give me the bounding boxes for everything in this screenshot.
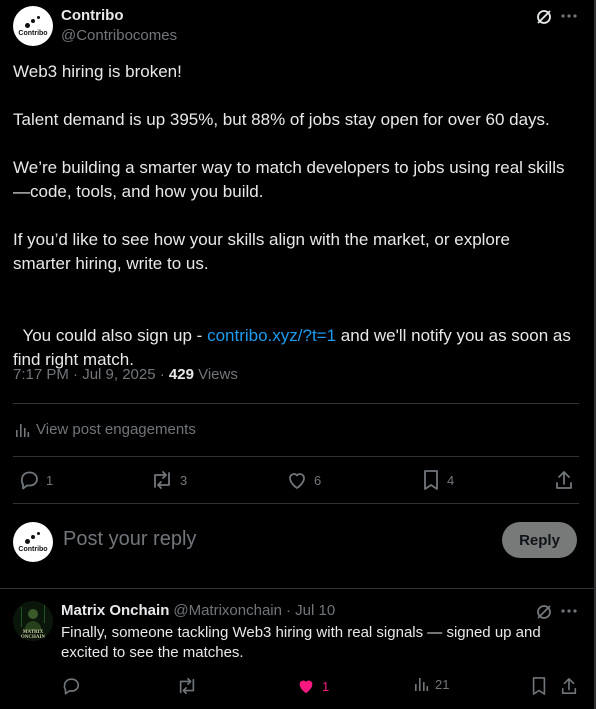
post-paragraph-2: Talent demand is up 395%, but 88% of job… bbox=[13, 110, 550, 129]
reply-author-name[interactable]: Matrix Onchain bbox=[61, 602, 169, 619]
reply-avatar-text: MATRIX ONCHAIN bbox=[20, 630, 46, 640]
reply-author-handle[interactable]: @Matrixonchain bbox=[173, 602, 282, 619]
reply-author-avatar[interactable]: MATRIX ONCHAIN bbox=[13, 601, 53, 641]
author-handle[interactable]: @Contribocomes bbox=[61, 27, 177, 44]
reply-icon bbox=[18, 469, 40, 491]
contribo-logo-icon bbox=[22, 15, 44, 29]
heart-filled-icon bbox=[296, 676, 316, 696]
reply-date[interactable]: · Jul 10 bbox=[286, 602, 335, 619]
reply-button[interactable]: Reply bbox=[502, 522, 577, 558]
composer-avatar: Contribo bbox=[13, 522, 53, 562]
reply-like-count: 1 bbox=[322, 678, 330, 694]
bookmark-count: 4 bbox=[447, 472, 455, 488]
like-action[interactable]: 6 bbox=[286, 469, 321, 491]
reply-header: Matrix Onchain @Matrixonchain · Jul 10 bbox=[61, 602, 335, 619]
author-avatar[interactable]: Contribo bbox=[13, 6, 53, 46]
analytics-icon bbox=[14, 422, 30, 438]
post-timestamp[interactable]: 7:17 PM · Jul 9, 2025 · bbox=[13, 366, 169, 383]
reply-input[interactable]: Post your reply bbox=[63, 528, 196, 551]
grok-icon[interactable] bbox=[535, 8, 553, 26]
bookmark-icon[interactable] bbox=[530, 676, 548, 696]
view-engagements-link[interactable]: View post engagements bbox=[14, 421, 196, 438]
divider bbox=[13, 503, 579, 504]
heart-icon bbox=[286, 469, 308, 491]
repost-action[interactable]: 3 bbox=[150, 469, 187, 491]
reply-views-action[interactable]: 21 bbox=[413, 676, 449, 692]
analytics-icon bbox=[413, 676, 429, 692]
reply-like-action[interactable]: 1 bbox=[296, 676, 329, 696]
signup-text: You could also sign up - bbox=[22, 326, 208, 345]
reply-action[interactable]: 1 bbox=[18, 469, 53, 491]
views-count: 429 bbox=[168, 366, 194, 383]
reply-views-count: 21 bbox=[435, 676, 450, 692]
avatar-brand-text: Contribo bbox=[18, 546, 48, 553]
repost-icon bbox=[150, 469, 174, 491]
more-options-icon[interactable] bbox=[561, 14, 577, 18]
share-icon[interactable] bbox=[560, 676, 578, 696]
post-paragraph-3: We’re building a smarter way to match de… bbox=[13, 158, 570, 201]
grok-icon[interactable] bbox=[535, 603, 553, 621]
like-count: 6 bbox=[314, 472, 322, 488]
post-paragraph-4: If you’d like to see how your skills ali… bbox=[13, 230, 515, 273]
view-engagements-label: View post engagements bbox=[36, 421, 196, 438]
divider bbox=[13, 403, 579, 404]
contribo-logo-icon bbox=[22, 531, 44, 545]
reply-icon[interactable] bbox=[61, 676, 81, 696]
divider bbox=[0, 588, 596, 589]
post-paragraph-1: Web3 hiring is broken! bbox=[13, 62, 182, 81]
post-paragraph-5: You could also sign up - contribo.xyz/?t… bbox=[13, 300, 588, 372]
views-label: Views bbox=[193, 366, 238, 383]
share-icon[interactable] bbox=[554, 469, 574, 491]
reply-text: Finally, someone tackling Web3 hiring wi… bbox=[61, 624, 541, 661]
reply-count: 1 bbox=[46, 472, 54, 488]
bookmark-icon bbox=[421, 469, 441, 491]
avatar-brand-text: Contribo bbox=[18, 30, 48, 37]
repost-count: 3 bbox=[180, 472, 188, 488]
post-meta: 7:17 PM · Jul 9, 2025 · 429 Views bbox=[13, 366, 238, 383]
bookmark-action[interactable]: 4 bbox=[421, 469, 454, 491]
signup-link[interactable]: contribo.xyz/?t=1 bbox=[207, 326, 336, 345]
more-options-icon[interactable] bbox=[561, 609, 577, 613]
divider bbox=[13, 456, 579, 457]
repost-icon[interactable] bbox=[176, 676, 198, 696]
author-name[interactable]: Contribo bbox=[61, 7, 123, 24]
